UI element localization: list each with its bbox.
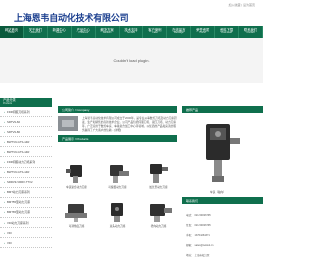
contact-value: 上海市松江区 [194, 254, 210, 257]
product-card[interactable]: 可偏置动力刀座 [99, 162, 136, 189]
nav-item[interactable]: 产品中心 Products [72, 26, 96, 38]
nav-item-sublabel: Solution [102, 31, 112, 35]
company-logo-text[interactable]: 上海恩韦自动化技术有限公司 [14, 11, 129, 24]
product-name[interactable]: 径向动力刀座 [140, 224, 177, 228]
contact-label: 邮箱： [186, 244, 194, 247]
product-image [99, 201, 136, 223]
contact-label: 电话： [186, 214, 194, 217]
product-image [140, 201, 177, 223]
product-card[interactable]: 双头动力刀座 [99, 201, 136, 228]
contact-line: 邮箱： sales@nwtool.cn [186, 240, 213, 250]
contact-line: 手机： 13764264371 [186, 230, 213, 240]
product-card[interactable]: 车铣复合动力刀座 [58, 162, 95, 189]
nav-item[interactable]: 技术支持 Service [120, 26, 144, 38]
product-card[interactable]: 径向动力刀座 [140, 201, 177, 228]
product-image [58, 162, 95, 184]
sidebar-category-item[interactable]: FDR伺服刀塔系列 [0, 107, 52, 118]
company-photo [58, 116, 78, 131]
sidebar-category-item[interactable]: SRTV9-80 [0, 127, 52, 138]
sidebar-category-item[interactable]: VDI [0, 238, 52, 249]
nav-item-sublabel: News [56, 31, 63, 35]
sidebar-category-item[interactable]: BMT55型动力刀座 [0, 198, 52, 208]
sidebar-category-list: FDR伺服刀塔系列SRTV9-60SRTV9-80BWTV9-GTS-14RBW… [0, 107, 52, 249]
nav-item[interactable]: 客户案例 Case [143, 26, 168, 38]
contact-value: 021-54826795 [194, 213, 211, 217]
company-intro-header: 公司简介 / Company [58, 106, 177, 113]
nav-item[interactable]: 联系我们 Contact [239, 26, 263, 38]
contact-line: 传真： 021-54826795 [186, 220, 213, 230]
contact-label: 传真： [186, 224, 194, 227]
banner-plugin-placeholder: Couldn't load plugin. [0, 38, 263, 83]
sidebar-category-item[interactable]: BWTV9-GTS-14R [0, 147, 52, 158]
company-intro-text: 上海恩韦自动化技术有限公司成立于2006年，是专业从事数控刀塔及动力刀座研发、生… [82, 117, 177, 132]
sidebar-header: 产品分类 Products [0, 98, 52, 107]
nav-item[interactable]: 关于我们 About Us [24, 26, 48, 38]
nav-item-sublabel: Home [8, 31, 15, 35]
contact-list: 电话： 021-54826795 传真： 021-54826795 手机： 1376426… [186, 210, 213, 260]
nav-item[interactable]: 在线留言 Message [167, 26, 192, 38]
contact-header: 联系我们 [182, 197, 263, 204]
product-image [99, 162, 136, 184]
nav-item-sublabel: Service [126, 31, 135, 35]
product-name[interactable]: 车铣复合动力刀座 [58, 185, 95, 189]
products-header: 产品展示 / Products [58, 135, 177, 142]
featured-product-header: 推荐产品 [182, 106, 263, 113]
sidebar-category-item[interactable]: BWTV9-GTS-14R [0, 168, 52, 178]
contact-line: 地址： 上海市松江区 [186, 250, 213, 260]
nav-item-sublabel: About Us [30, 31, 41, 35]
sidebar-category-item[interactable]: VDI [0, 228, 52, 239]
header-links[interactable]: 加入收藏 | 设为首页 [229, 3, 255, 7]
nav-item-sublabel: Message [173, 31, 184, 35]
product-name[interactable]: 加长型动力刀座 [140, 185, 177, 189]
contact-value: 13764264371 [194, 233, 210, 237]
tool-holder-illustration [206, 124, 240, 182]
contact-label: 手机： [186, 234, 194, 237]
sidebar-category-item[interactable]: BMT65型动力刀座 [0, 208, 52, 219]
nav-item-sublabel: Honor [199, 31, 206, 35]
plugin-error-text: Couldn't load plugin. [113, 58, 150, 63]
contact-value: sales@nwtool.cn [194, 243, 214, 247]
sidebar-subtitle: Products [3, 103, 13, 105]
nav-item-sublabel: Case [152, 31, 158, 35]
main-nav: 网站首页 Home 关于我们 About Us 新闻中心 News 产品中心 Products… [0, 26, 263, 38]
contact-value: 021-54826795 [194, 223, 211, 227]
product-name[interactable]: 可偏置动力刀座 [99, 185, 136, 189]
nav-item[interactable]: 网站首页 Home [0, 26, 24, 38]
contact-line: 电话： 021-54826795 [186, 210, 213, 220]
nav-item[interactable]: 解决方案 Solution [96, 26, 120, 38]
sidebar-category-item[interactable]: SRTV9-60 [0, 117, 52, 128]
product-name[interactable]: 可调角度刀座 [58, 224, 95, 228]
nav-item-sublabel: Products [78, 31, 88, 35]
product-card[interactable]: 可调角度刀座 [58, 201, 95, 228]
sidebar-category-item[interactable]: SRRV9-VRRV-TTV2 [0, 178, 52, 188]
nav-item[interactable]: 荣誉资质 Honor [191, 26, 216, 38]
nav-item-sublabel: Contact [246, 31, 255, 35]
contact-label: 地址： [186, 254, 194, 257]
header: 上海恩韦自动化技术有限公司 加入收藏 | 设为首页 [0, 0, 263, 26]
sidebar-category-item[interactable]: VDI动力刀座系列 [0, 218, 52, 229]
product-card[interactable]: 加长型动力刀座 [140, 162, 177, 189]
featured-product-caption[interactable]: 车铣（轴向） [210, 190, 226, 194]
sidebar: 产品分类 Products FDR伺服刀塔系列SRTV9-60SRTV9-80B… [0, 98, 52, 249]
product-name[interactable]: 双头动力刀座 [99, 224, 136, 228]
product-image [140, 162, 177, 184]
nav-item[interactable]: 新闻中心 News [48, 26, 72, 38]
sidebar-category-item[interactable]: BWTV9-GTS-14R [0, 137, 52, 148]
product-image [58, 201, 95, 223]
nav-item-sublabel: Download [221, 31, 232, 35]
sidebar-category-item[interactable]: FDR伺服动力刀塔系列 [0, 157, 52, 168]
featured-product-image[interactable] [192, 118, 248, 182]
sidebar-category-item[interactable]: BMT动力刀座系列 [0, 188, 52, 198]
nav-item[interactable]: 资料下载 Download [215, 26, 240, 38]
